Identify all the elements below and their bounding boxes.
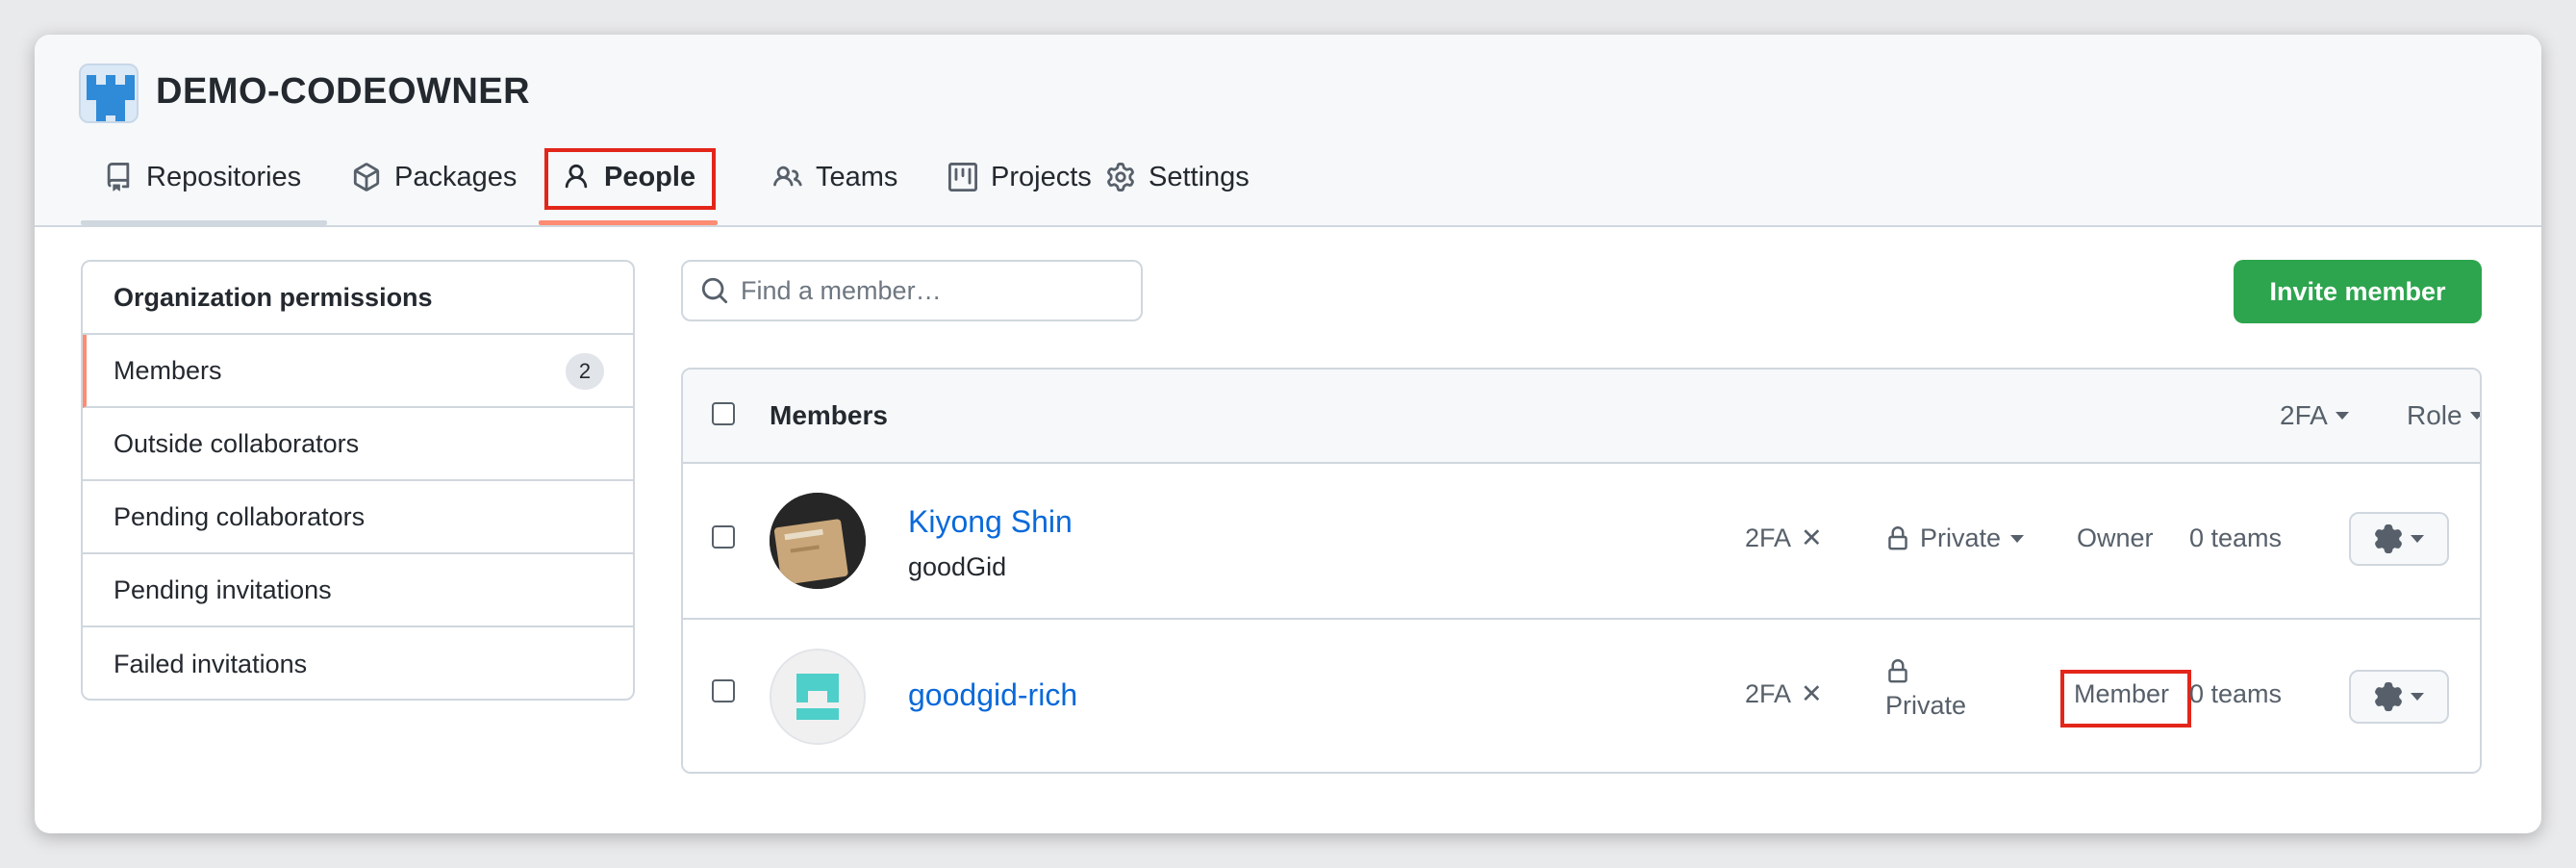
invite-member-button[interactable]: Invite member: [2234, 260, 2482, 323]
tab-label: Teams: [816, 161, 898, 192]
project-icon: [948, 163, 977, 191]
org-name[interactable]: DEMO-CODEOWNER: [156, 71, 530, 113]
sidebar-item-label: Failed invitations: [114, 649, 308, 678]
row-checkbox[interactable]: [712, 525, 735, 549]
sidebar-item-pending-invitations[interactable]: Pending invitations: [83, 554, 633, 627]
tab-label: Settings: [1149, 161, 1250, 192]
tab-label: Packages: [394, 161, 518, 192]
tab-label: Projects: [991, 161, 1092, 192]
2fa-status: 2FA ✕: [1745, 679, 1823, 709]
member-name-link[interactable]: goodgid-rich: [908, 677, 1077, 713]
members-table-header: Members 2FA Role: [683, 370, 2480, 464]
sidebar-item-label: Pending invitations: [114, 574, 332, 604]
selected-tab-underline: [539, 220, 718, 225]
browser-window: DEMO-CODEOWNER Repositories Packages Peo…: [35, 35, 2541, 833]
sidebar-item-label: Pending collaborators: [114, 501, 366, 531]
search-input[interactable]: [741, 275, 1125, 306]
filter-label: Role: [2407, 400, 2462, 430]
gear-icon: [1107, 163, 1134, 191]
highlight-box-member-role: [2060, 670, 2191, 728]
teams-count[interactable]: 0 teams: [2189, 523, 2282, 553]
highlight-box-people-tab: [544, 148, 716, 210]
members-count-badge: 2: [566, 353, 604, 390]
org-permissions-sidebar: Organization permissions Members 2 Outsi…: [81, 260, 635, 701]
tab-label: Repositories: [146, 161, 302, 192]
teams-count[interactable]: 0 teams: [2189, 679, 2282, 709]
repo-icon: [107, 163, 130, 191]
row-checkbox[interactable]: [712, 679, 735, 702]
sidebar-item-failed-invitations[interactable]: Failed invitations: [83, 627, 633, 699]
member-search-box[interactable]: [681, 260, 1143, 321]
2fa-label: 2FA: [1745, 523, 1792, 552]
identicon-icon: [771, 651, 864, 743]
people-icon: [773, 166, 802, 187]
member-name-link[interactable]: Kiyong Shin: [908, 504, 1073, 540]
caret-down-icon: [2010, 534, 2025, 543]
tab-repositories[interactable]: Repositories: [104, 156, 301, 198]
sidebar-item-members[interactable]: Members 2: [83, 335, 633, 408]
2fa-status: 2FA ✕: [1745, 523, 1823, 553]
table-header-title: Members: [770, 400, 888, 430]
user-photo-icon: [770, 493, 866, 589]
avatar[interactable]: [770, 493, 866, 589]
sidebar-item-pending-collaborators[interactable]: Pending collaborators: [83, 481, 633, 554]
caret-down-icon: [2411, 535, 2424, 543]
visibility-label: Private: [1885, 691, 1967, 720]
members-table: Members 2FA Role Kiyong Shin goodGid 2FA…: [681, 368, 2482, 774]
tab-packages[interactable]: Packages: [352, 156, 517, 198]
member-settings-button[interactable]: [2349, 512, 2449, 566]
avatar[interactable]: [770, 649, 866, 745]
sidebar-title: Organization permissions: [83, 262, 633, 335]
gear-icon: [2375, 682, 2402, 711]
tab-projects[interactable]: Projects: [948, 156, 1092, 198]
select-all-checkbox[interactable]: [712, 402, 735, 425]
search-icon: [701, 277, 728, 304]
visibility-dropdown[interactable]: Private: [1885, 523, 2025, 553]
sidebar-item-label: Members: [114, 355, 222, 385]
sidebar-item-label: Outside collaborators: [114, 428, 360, 458]
x-icon: ✕: [1801, 523, 1823, 552]
member-login: goodGid: [908, 552, 1007, 581]
role-label[interactable]: Owner: [2077, 523, 2154, 553]
visibility-label: Private: [1920, 523, 2002, 552]
member-settings-button[interactable]: [2349, 670, 2449, 724]
gear-icon: [2375, 524, 2402, 553]
role-filter-dropdown[interactable]: Role: [2407, 400, 2480, 431]
filter-label: 2FA: [2280, 400, 2328, 430]
org-avatar[interactable]: [79, 64, 139, 123]
caret-down-icon: [2469, 412, 2480, 420]
lock-icon: [1888, 659, 1907, 683]
2fa-filter-dropdown[interactable]: 2FA: [2280, 400, 2349, 431]
org-logo-icon: [81, 65, 137, 121]
table-row: Kiyong Shin goodGid 2FA ✕ Private Owner …: [683, 464, 2480, 620]
caret-down-icon: [2335, 412, 2349, 420]
tab-teams[interactable]: Teams: [773, 156, 897, 198]
visibility-dropdown[interactable]: Private: [1885, 658, 1966, 721]
sidebar-item-outside-collaborators[interactable]: Outside collaborators: [83, 408, 633, 481]
table-row: goodgid-rich 2FA ✕ Private Member 0 team…: [683, 620, 2480, 772]
package-icon: [353, 163, 380, 191]
org-header: DEMO-CODEOWNER Repositories Packages Peo…: [35, 35, 2541, 227]
lock-icon: [1888, 525, 1907, 549]
tab-settings[interactable]: Settings: [1106, 156, 1250, 198]
caret-down-icon: [2411, 693, 2424, 701]
x-icon: ✕: [1801, 679, 1823, 708]
2fa-label: 2FA: [1745, 679, 1792, 708]
tab-underline: [81, 220, 327, 225]
